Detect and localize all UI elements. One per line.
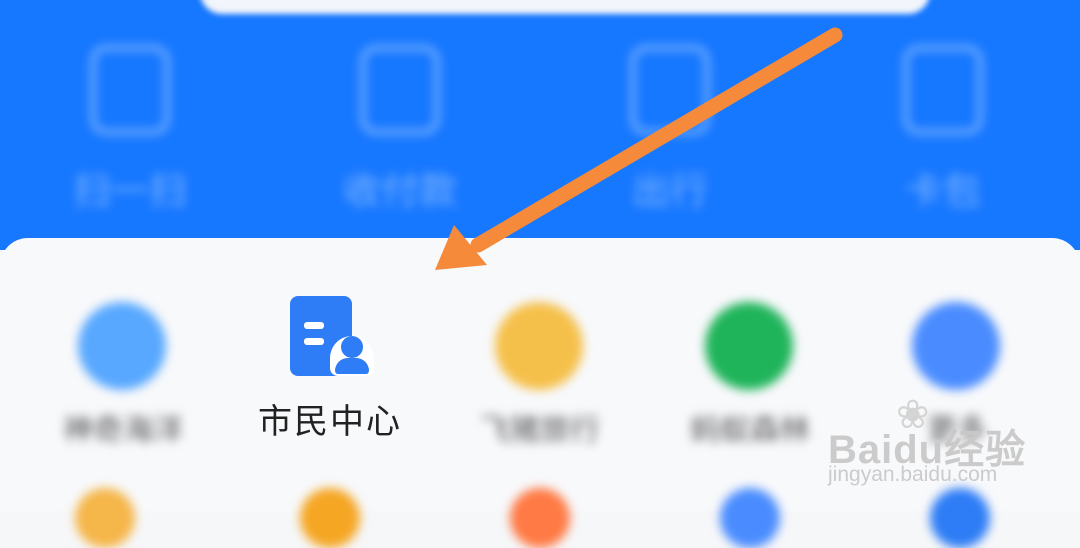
ant-forest-label: 蚂蚁森林 xyxy=(690,413,810,448)
magic-ocean-icon xyxy=(78,302,166,390)
pay-receive-icon xyxy=(360,45,440,135)
app-row3-icon[interactable] xyxy=(930,488,990,548)
pay-receive-button[interactable]: 收付款 xyxy=(325,45,475,215)
travel-button[interactable]: 出行 xyxy=(595,45,745,215)
search-bar[interactable] xyxy=(200,0,930,14)
ant-forest-icon xyxy=(705,302,793,390)
magic-ocean-label: 神奇海洋 xyxy=(63,413,183,448)
scan-label: 扫一扫 xyxy=(72,169,187,213)
travel-label: 出行 xyxy=(631,169,708,213)
app-row3-icon[interactable] xyxy=(510,488,570,548)
watermark-url: jingyan.baidu.com xyxy=(828,463,998,486)
pay-receive-label: 收付款 xyxy=(342,169,457,213)
scan-icon xyxy=(90,45,170,135)
app-ant-forest[interactable]: 蚂蚁森林 xyxy=(665,287,835,448)
app-fliggy[interactable]: 飞猪旅行 xyxy=(455,287,625,448)
card-pack-label: 卡包 xyxy=(904,169,981,213)
app-magic-ocean[interactable]: 神奇海洋 xyxy=(38,287,208,448)
app-row3-icon[interactable] xyxy=(300,488,360,548)
more-icon xyxy=(912,302,1000,390)
card-pack-button[interactable]: 卡包 xyxy=(868,45,1018,215)
app-citizen-center[interactable]: 市民中心 xyxy=(240,296,420,442)
scan-button[interactable]: 扫一扫 xyxy=(55,45,205,215)
fliggy-label: 飞猪旅行 xyxy=(480,413,600,448)
app-row3-icon[interactable] xyxy=(75,488,135,548)
travel-icon xyxy=(630,45,710,135)
header-area: 扫一扫 收付款 出行 卡包 xyxy=(0,0,1080,250)
fliggy-icon xyxy=(495,302,583,390)
app-row3-icon[interactable] xyxy=(720,488,780,548)
card-pack-icon xyxy=(903,45,983,135)
citizen-center-label: 市民中心 xyxy=(258,402,402,442)
baidu-watermark: ❀ Baidu经验 jingyan.baidu.com xyxy=(828,395,1058,490)
